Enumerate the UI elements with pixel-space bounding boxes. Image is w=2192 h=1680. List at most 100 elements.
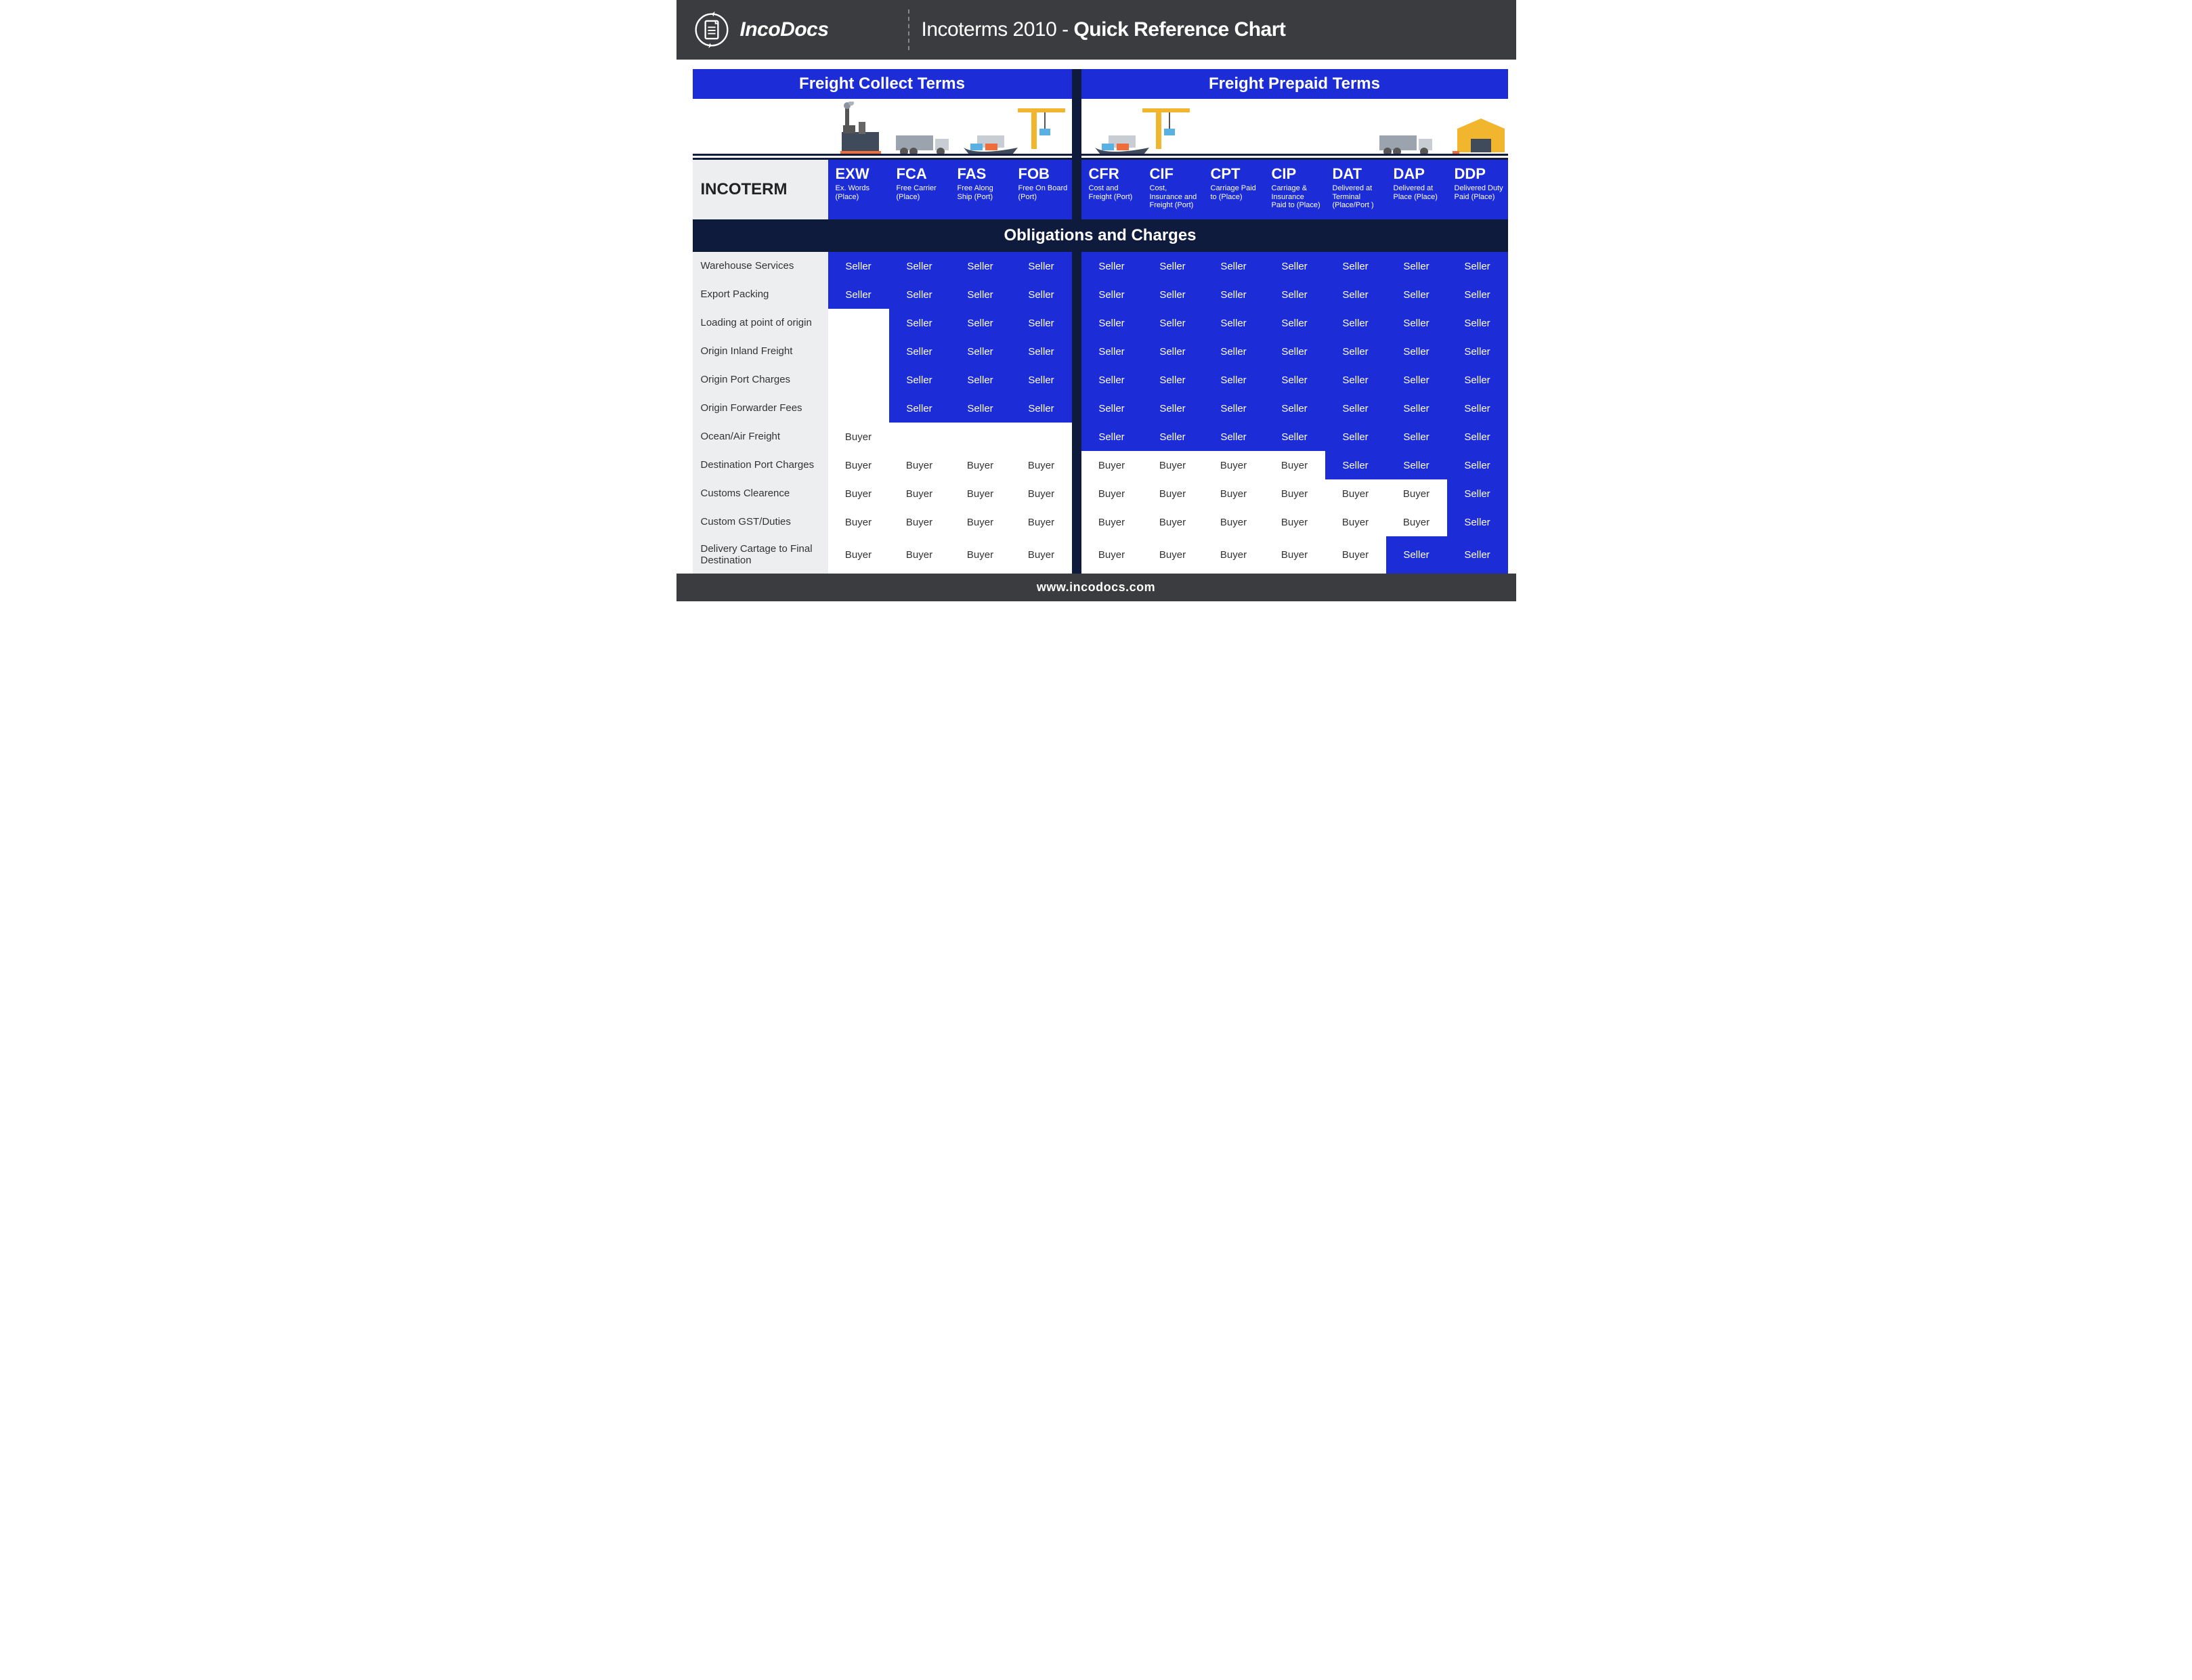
incoterm-code: CIP: [1272, 167, 1321, 181]
obligation-cell: Buyer: [1264, 536, 1325, 574]
incoterm-sub: Delivered at Place (Place): [1394, 184, 1443, 201]
incoterm-sub: Free Carrier (Place): [897, 184, 946, 201]
mid-gap-row: [1072, 394, 1081, 423]
obligation-cell: Buyer: [1203, 451, 1264, 479]
mid-gap-row: [1072, 536, 1081, 574]
obligation-cell: [1011, 423, 1072, 451]
obligation-cell: Seller: [1081, 309, 1142, 337]
obligation-cell: Seller: [889, 394, 950, 423]
obligation-cell: Seller: [950, 309, 1011, 337]
obligation-cell: Seller: [1203, 366, 1264, 394]
incoterm-sub: Free On Board (Port): [1018, 184, 1068, 201]
obligation-cell: Seller: [950, 280, 1011, 309]
mid-gap: [1072, 69, 1081, 99]
section-collect-bar: Freight Collect Terms: [693, 69, 1072, 99]
incoterm-code: FCA: [897, 167, 946, 181]
obligation-cell: Seller: [1081, 337, 1142, 366]
obligation-cell: Seller: [1386, 309, 1447, 337]
obligation-cell: Seller: [1264, 337, 1325, 366]
obligation-cell: Seller: [1081, 280, 1142, 309]
obligation-cell: Buyer: [1081, 536, 1142, 574]
obligation-cell: Seller: [1325, 366, 1386, 394]
obligation-cell: Buyer: [1386, 479, 1447, 508]
incoterm-dap: DAPDelivered at Place (Place): [1386, 160, 1447, 219]
obligation-cell: Buyer: [1325, 479, 1386, 508]
obligation-cell: Seller: [1142, 309, 1203, 337]
incoterm-sub: Carriage & Insurance Paid to (Place): [1272, 184, 1321, 210]
obligation-cell: Buyer: [828, 536, 889, 574]
obligation-cell: [828, 337, 889, 366]
incoterm-cfr: CFR Cost and Freight (Port): [1081, 160, 1142, 219]
obligation-cell: Buyer: [1011, 451, 1072, 479]
obligation-cell: Seller: [1203, 423, 1264, 451]
obligation-cell: Seller: [889, 337, 950, 366]
header-separator: [908, 9, 909, 50]
obligation-cell: Seller: [1447, 451, 1508, 479]
obligation-cell: Seller: [1325, 423, 1386, 451]
obligation-cell: Seller: [1264, 394, 1325, 423]
mid-gap-row: [1072, 252, 1081, 280]
obligation-cell: Seller: [1081, 394, 1142, 423]
mid-gap-row: [1072, 366, 1081, 394]
obligation-cell: Seller: [1447, 536, 1508, 574]
incoterm-fas: FASFree Along Ship (Port): [950, 160, 1011, 219]
obligation-cell: Buyer: [1142, 536, 1203, 574]
obligation-cell: Seller: [1142, 252, 1203, 280]
illustration-left: [693, 99, 1072, 160]
obligation-cell: Buyer: [1264, 451, 1325, 479]
incoterm-code: CPT: [1211, 167, 1260, 181]
obligation-cell: Seller: [1386, 394, 1447, 423]
obligation-cell: Seller: [1447, 252, 1508, 280]
obligation-cell: Seller: [950, 366, 1011, 394]
mid-gap-row: [1072, 479, 1081, 508]
row-label: Delivery Cartage to Final Destination: [693, 536, 828, 574]
incoterm-cip: CIP Carriage & Insurance Paid to (Place): [1264, 160, 1325, 219]
obligation-cell: Buyer: [1011, 479, 1072, 508]
obligation-cell: Seller: [1142, 394, 1203, 423]
obligation-cell: Seller: [1203, 252, 1264, 280]
obligation-cell: Seller: [1011, 366, 1072, 394]
obligation-cell: Seller: [1325, 394, 1386, 423]
obligation-cell: Seller: [1081, 252, 1142, 280]
obligation-cell: Buyer: [1081, 451, 1142, 479]
incoterm-exw: EXWEx. Words (Place): [828, 160, 889, 219]
incoterm-sub: Free Along Ship (Port): [958, 184, 1007, 201]
obligation-cell: Buyer: [950, 508, 1011, 536]
title-bold: Quick Reference Chart: [1073, 18, 1285, 41]
row-label: Origin Inland Freight: [693, 337, 828, 366]
incoterm-fca: FCA Free Carrier (Place): [889, 160, 950, 219]
incoterm-sub: Delivered Duty Paid (Place): [1455, 184, 1504, 201]
row-label: Warehouse Services: [693, 252, 828, 280]
obligation-cell: Seller: [1386, 280, 1447, 309]
incoterm-sub: Cost and Freight (Port): [1089, 184, 1138, 201]
incoterm-sub: Delivered at Terminal (Place/Port ): [1333, 184, 1382, 210]
obligation-cell: Buyer: [828, 508, 889, 536]
mid-gap-row: [1072, 423, 1081, 451]
obligation-cell: Buyer: [828, 451, 889, 479]
row-label: Customs Clearence: [693, 479, 828, 508]
obligation-cell: Seller: [1386, 451, 1447, 479]
mid-gap-2: [1072, 99, 1081, 160]
obligation-cell: Seller: [1203, 280, 1264, 309]
obligations-title: Obligations and Charges: [693, 219, 1508, 252]
obligation-cell: Seller: [1325, 280, 1386, 309]
brand-name: IncoDocs: [740, 18, 829, 41]
obligation-cell: Seller: [1447, 423, 1508, 451]
mid-gap-row: [1072, 309, 1081, 337]
obligation-cell: Seller: [1011, 280, 1072, 309]
obligation-cell: Seller: [1447, 366, 1508, 394]
row-label: Destination Port Charges: [693, 451, 828, 479]
document-cycle-icon: [693, 11, 731, 49]
obligation-cell: Buyer: [889, 508, 950, 536]
incoterm-code: CFR: [1089, 167, 1138, 181]
obligation-cell: Seller: [1264, 309, 1325, 337]
obligation-cell: Buyer: [1142, 508, 1203, 536]
obligation-cell: Seller: [1081, 423, 1142, 451]
obligation-cell: Buyer: [1142, 451, 1203, 479]
obligation-cell: [889, 423, 950, 451]
row-label: Custom GST/Duties: [693, 508, 828, 536]
obligation-cell: [828, 394, 889, 423]
incoterm-fob: FOBFree On Board (Port): [1011, 160, 1072, 219]
obligation-cell: Seller: [1203, 337, 1264, 366]
obligation-cell: Buyer: [828, 479, 889, 508]
